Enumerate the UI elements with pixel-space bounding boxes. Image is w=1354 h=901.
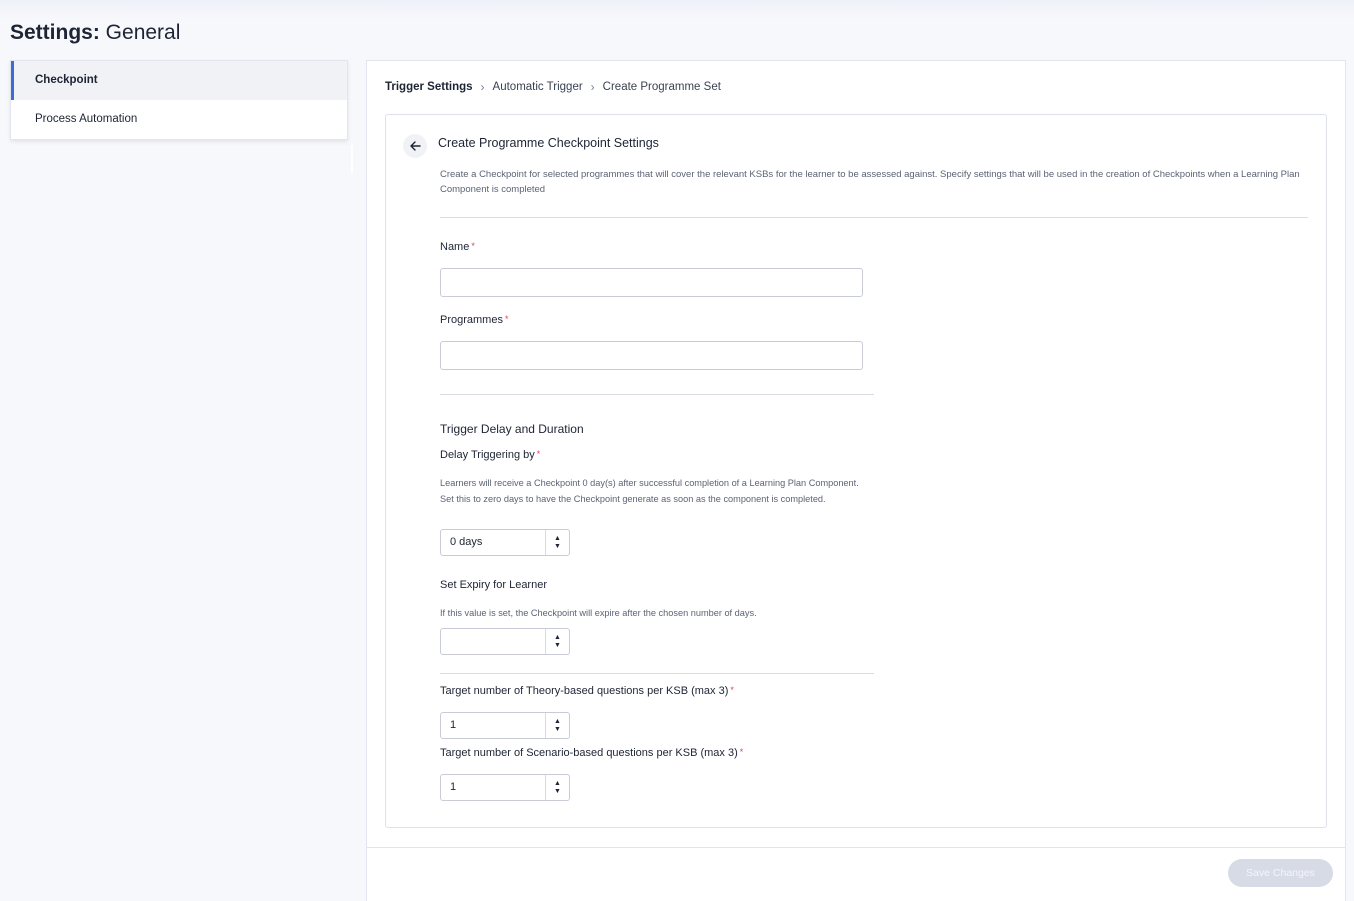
save-changes-button[interactable]: Save Changes [1228,859,1333,887]
delay-label: Delay Triggering by * [440,449,541,461]
name-input[interactable] [440,268,863,297]
breadcrumb-create-programme-set: Create Programme Set [602,81,721,93]
decrement-icon[interactable]: ▼ [554,642,561,650]
increment-icon[interactable]: ▲ [554,535,561,543]
scenario-label: Target number of Scenario-based question… [440,747,744,759]
divider [440,217,1308,218]
required-asterisk: * [504,314,509,324]
increment-icon[interactable]: ▲ [554,718,561,726]
delay-stepper[interactable]: 0 days ▲ ▼ [440,529,570,556]
decrement-icon[interactable]: ▼ [554,788,561,796]
required-asterisk: * [471,241,475,251]
required-asterisk: * [536,449,541,459]
scenario-value: 1 [450,781,457,793]
programmes-label: Programmes * [440,314,509,326]
decrement-icon[interactable]: ▼ [554,543,561,551]
theory-value: 1 [450,719,457,731]
delay-help-text: Learners will receive a Checkpoint 0 day… [440,478,859,504]
increment-icon[interactable]: ▲ [554,780,561,788]
stepper-arrows: ▲ ▼ [545,713,569,738]
stepper-arrows: ▲ ▼ [545,775,569,800]
increment-icon[interactable]: ▲ [554,634,561,642]
breadcrumb-trigger-settings[interactable]: Trigger Settings [385,81,473,93]
card-description: Create a Checkpoint for selected program… [440,169,1300,195]
footer-divider [367,847,1345,848]
top-band [0,0,1354,20]
name-label: Name * [440,241,475,253]
breadcrumb: Trigger Settings › Automatic Trigger › C… [385,80,721,94]
required-asterisk: * [730,685,734,695]
back-button[interactable] [403,134,427,158]
divider [440,394,874,395]
required-asterisk: * [739,747,744,757]
page-title: Settings: General [10,21,181,44]
delay-value: 0 days [450,536,483,548]
expiry-help-text: If this value is set, the Checkpoint wil… [440,608,757,618]
chevron-right-icon: › [590,80,595,94]
divider [440,673,874,674]
card-title: Create Programme Checkpoint Settings [438,136,659,150]
checkpoint-settings-card: Create Programme Checkpoint Settings Cre… [385,114,1327,828]
stepper-arrows: ▲ ▼ [545,629,569,654]
breadcrumb-automatic-trigger[interactable]: Automatic Trigger [493,81,583,93]
expiry-stepper[interactable]: ▲ ▼ [440,628,570,655]
scenario-stepper[interactable]: 1 ▲ ▼ [440,774,570,801]
programmes-input[interactable] [440,341,863,370]
arrow-left-icon [410,141,421,151]
trigger-section-title: Trigger Delay and Duration [440,422,584,436]
sidebar-item-process-automation[interactable]: Process Automation [11,100,347,139]
decrement-icon[interactable]: ▼ [554,726,561,734]
stepper-arrows: ▲ ▼ [545,530,569,555]
sidebar-item-checkpoint[interactable]: Checkpoint [11,61,347,100]
expiry-label: Set Expiry for Learner [440,579,547,591]
chevron-right-icon: › [480,80,485,94]
sidebar-divider [351,145,353,173]
theory-stepper[interactable]: 1 ▲ ▼ [440,712,570,739]
main-panel: Trigger Settings › Automatic Trigger › C… [366,60,1346,901]
settings-sidebar: Checkpoint Process Automation [10,60,348,140]
theory-label: Target number of Theory-based questions … [440,685,734,697]
